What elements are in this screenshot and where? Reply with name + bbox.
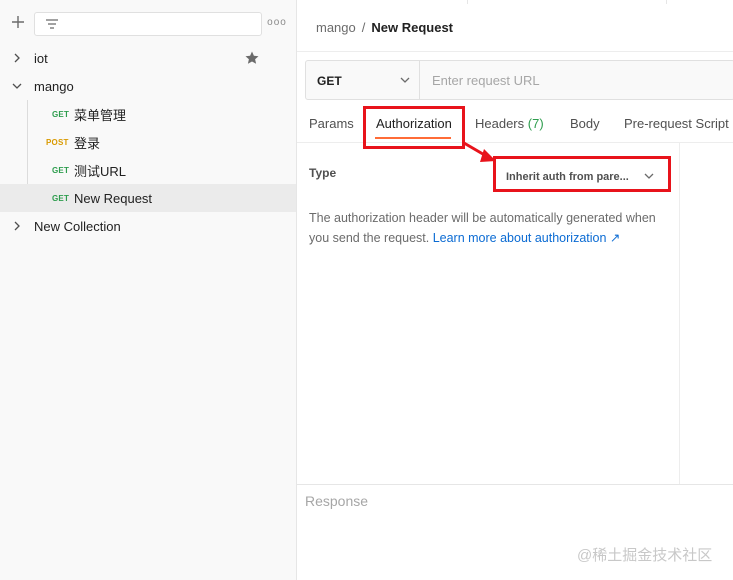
watermark: @稀土掘金技术社区 xyxy=(577,547,713,564)
request-editor: mango / New Request GET Params Authoriza… xyxy=(297,0,733,580)
annotation-box-dropdown xyxy=(493,156,671,192)
tab-headers[interactable]: Headers (7) xyxy=(475,116,544,131)
url-input[interactable] xyxy=(420,61,733,99)
request-item[interactable]: POST 登录 xyxy=(0,128,296,156)
auth-description: The authorization header will be automat… xyxy=(309,208,674,248)
collection-label: iot xyxy=(34,50,48,66)
chevron-down-icon xyxy=(400,77,410,83)
request-name: 登录 xyxy=(74,135,101,151)
more-dots-icon[interactable]: ooo xyxy=(267,14,287,30)
annotation-box-tab xyxy=(363,106,465,149)
breadcrumb-parent[interactable]: mango xyxy=(316,20,356,35)
tab-body[interactable]: Body xyxy=(570,116,600,131)
url-bar: GET xyxy=(305,60,733,100)
collection-label: mango xyxy=(34,78,74,94)
tab-params[interactable]: Params xyxy=(309,116,354,131)
tab-headers-label: Headers xyxy=(475,116,525,131)
filter-input[interactable] xyxy=(34,12,262,36)
method-badge-get: GET xyxy=(52,193,70,203)
tab-pre-request-script[interactable]: Pre-request Script xyxy=(624,116,729,131)
breadcrumb-separator: / xyxy=(361,20,366,35)
method-dropdown[interactable]: GET xyxy=(306,61,420,99)
collection-mango[interactable]: mango xyxy=(0,72,296,100)
method-badge-post: POST xyxy=(46,137,69,147)
plus-icon[interactable] xyxy=(8,12,28,32)
request-item[interactable]: GET 菜单管理 xyxy=(0,100,296,128)
collection-new-collection[interactable]: New Collection xyxy=(0,212,296,240)
request-name: New Request xyxy=(74,190,153,206)
request-name: 菜单管理 xyxy=(74,107,127,123)
pane-divider[interactable] xyxy=(679,143,680,484)
annotation-arrow-icon xyxy=(463,141,496,162)
method-value: GET xyxy=(317,74,342,88)
response-label: Response xyxy=(305,493,369,509)
breadcrumb-current[interactable]: New Request xyxy=(371,20,453,35)
auth-type-label: Type xyxy=(309,166,337,180)
request-item-selected[interactable]: GET New Request xyxy=(0,184,296,212)
divider xyxy=(297,51,733,52)
request-name: 测试URL xyxy=(74,163,127,179)
method-badge-get: GET xyxy=(52,165,70,175)
sidebar: ooo iot mango GET 菜单管理 POST 登录 GET 测试URL xyxy=(0,0,297,580)
tab-headers-count: (7) xyxy=(527,116,544,131)
chevron-right-icon xyxy=(14,221,20,231)
sidebar-toolbar: ooo xyxy=(0,0,297,46)
response-divider[interactable] xyxy=(297,484,733,485)
chevron-right-icon xyxy=(14,53,20,63)
breadcrumb: mango / New Request xyxy=(316,20,453,35)
collection-label: New Collection xyxy=(34,218,121,234)
collection-iot[interactable]: iot xyxy=(0,44,296,72)
star-icon[interactable] xyxy=(244,50,260,66)
filter-icon xyxy=(46,19,58,29)
chevron-down-icon xyxy=(12,83,22,89)
more-dots-glyph: ooo xyxy=(267,16,287,28)
method-badge-get: GET xyxy=(52,109,70,119)
app-window: ooo iot mango GET 菜单管理 POST 登录 GET 测试URL xyxy=(0,0,733,580)
learn-more-link[interactable]: Learn more about authorization ↗ xyxy=(433,231,621,245)
open-tab-edge xyxy=(467,0,667,4)
request-item[interactable]: GET 测试URL xyxy=(0,156,296,184)
